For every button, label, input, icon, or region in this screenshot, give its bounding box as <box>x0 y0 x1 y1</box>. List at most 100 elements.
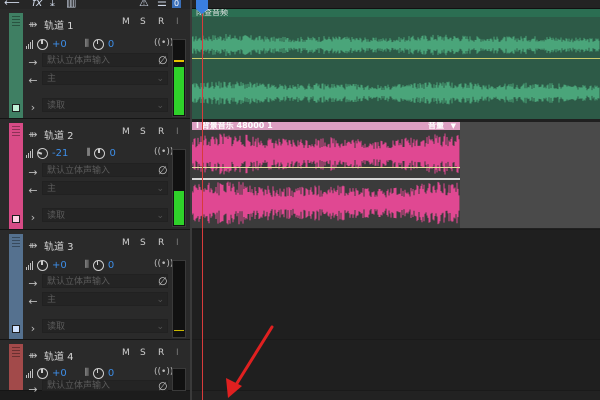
input-arrow-icon: → <box>28 382 38 396</box>
meter-bars-icon[interactable]: ▥ <box>66 0 76 9</box>
track-select-checkbox[interactable] <box>12 215 20 223</box>
pan-value[interactable]: 0 <box>108 368 114 379</box>
track-name[interactable]: 轨道 3 <box>44 238 74 253</box>
output-select[interactable]: 主 ⌄ <box>42 71 168 85</box>
phase-invert-icon[interactable]: ∅ <box>158 380 168 393</box>
record-button[interactable]: R <box>158 238 164 248</box>
pan-knob[interactable] <box>92 367 104 379</box>
horizontal-scrollbar[interactable] <box>190 391 600 400</box>
track-name[interactable]: 轨道 2 <box>44 127 74 142</box>
chevron-down-icon: ⌄ <box>156 322 164 332</box>
pan-value[interactable]: 0 <box>108 260 114 271</box>
pan-knob[interactable] <box>94 147 106 159</box>
track-header-4[interactable]: ⇻ 轨道 4 M S R I +0 ⫼ 0 ((•)) → 默认立体声输入 ∅ <box>0 340 190 396</box>
record-button[interactable]: R <box>158 17 164 27</box>
stereo-pan-icon: ⫼ <box>84 39 89 49</box>
arrow-left-icon[interactable]: ⟵ <box>4 0 20 9</box>
timeline-lane-1[interactable]: 闭查音频 <box>190 9 600 119</box>
track-header-1[interactable]: ⇻ 轨道 1 M S R I +0 ⫼ 0 ((•)) → 默认立体声输入 ⌄ ∅… <box>0 9 190 119</box>
pan-value[interactable]: 0 <box>109 148 115 159</box>
expand-chevron-icon[interactable]: › <box>26 322 40 335</box>
volume-envelope-line[interactable] <box>192 58 600 59</box>
mute-button[interactable]: M <box>122 348 130 358</box>
solo-button[interactable]: S <box>140 17 146 27</box>
solo-button[interactable]: S <box>140 238 146 248</box>
phase-invert-icon[interactable]: ∅ <box>158 164 168 177</box>
mute-button[interactable]: M <box>122 127 130 137</box>
input-select[interactable]: 默认立体声输入 ⌄ <box>42 163 168 177</box>
output-select[interactable]: 主 ⌄ <box>42 181 168 195</box>
warning-icon[interactable]: ⚠ <box>139 0 149 9</box>
chevron-down-icon: ⌄ <box>156 211 164 221</box>
fx-icon[interactable]: fx <box>32 0 42 9</box>
chevron-down-icon: ⌄ <box>156 184 164 194</box>
monitor-button[interactable]: I <box>176 348 179 358</box>
monitor-button[interactable]: I <box>176 238 179 248</box>
output-select[interactable]: 主 ⌄ <box>42 292 168 306</box>
list-icon[interactable]: ☰ <box>157 0 167 9</box>
timeline-lane-3[interactable] <box>190 230 600 340</box>
pan-knob[interactable] <box>92 259 104 271</box>
clip-menu-chevron-icon[interactable]: ▼ <box>451 122 456 130</box>
time-ruler[interactable] <box>190 0 600 9</box>
send-down-icon[interactable]: ⤓ <box>50 0 55 9</box>
monitor-button[interactable]: I <box>176 17 179 27</box>
track-drag-icon[interactable]: ⇻ <box>26 239 40 252</box>
zoom-badge-icon[interactable]: 0 <box>172 0 182 8</box>
mute-button[interactable]: M <box>122 238 130 248</box>
audio-clip-1[interactable]: 闭查音频 <box>192 9 600 119</box>
track-select-checkbox[interactable] <box>12 325 20 333</box>
phase-invert-icon[interactable]: ∅ <box>158 54 168 67</box>
track-drag-icon[interactable]: ⇻ <box>26 18 40 31</box>
level-meter <box>172 260 186 338</box>
playhead-line[interactable] <box>202 0 203 400</box>
expand-chevron-icon[interactable]: › <box>26 101 40 114</box>
automation-read-select[interactable]: 读取 ⌄ <box>42 98 168 112</box>
audio-clip-2[interactable]: Ⅰ 背景音乐 48000 1 音量 ▼ <box>192 122 460 228</box>
timeline-lane-2[interactable]: Ⅰ 背景音乐 48000 1 音量 ▼ <box>190 119 600 230</box>
waveform-path <box>192 133 460 175</box>
lane-empty-area[interactable] <box>460 122 600 228</box>
phase-invert-icon[interactable]: ∅ <box>158 275 168 288</box>
volume-knob[interactable] <box>37 38 48 50</box>
track-name[interactable]: 轨道 1 <box>44 17 74 32</box>
input-select-label: 默认立体声输入 <box>47 277 111 287</box>
pan-knob[interactable] <box>92 38 104 50</box>
track-drag-icon[interactable]: ⇻ <box>26 128 40 141</box>
volume-value[interactable]: +0 <box>52 260 67 271</box>
track-drag-icon[interactable]: ⇻ <box>26 349 40 362</box>
track-header-3[interactable]: ⇻ 轨道 3 M S R I +0 ⫼ 0 ((•)) → 默认立体声输入 ⌄ ∅… <box>0 230 190 340</box>
timeline-lane-4[interactable] <box>190 340 600 391</box>
mute-button[interactable]: M <box>122 17 130 27</box>
automation-read-select[interactable]: 读取 ⌄ <box>42 319 168 333</box>
waveform-path <box>192 34 600 56</box>
track-select-checkbox[interactable] <box>12 104 20 112</box>
pan-value[interactable]: 0 <box>108 39 114 50</box>
volume-knob[interactable] <box>35 145 50 161</box>
expand-chevron-icon[interactable]: › <box>26 211 40 224</box>
record-button[interactable]: R <box>158 348 164 358</box>
solo-button[interactable]: S <box>140 127 146 137</box>
monitor-button[interactable]: I <box>176 127 179 137</box>
channel-icon: ((•)) <box>154 147 174 157</box>
volume-value[interactable]: +0 <box>52 39 67 50</box>
track-name[interactable]: 轨道 4 <box>44 348 74 363</box>
panel-divider[interactable] <box>190 0 192 400</box>
automation-read-select[interactable]: 读取 ⌄ <box>42 208 168 222</box>
volume-envelope-line[interactable] <box>192 167 460 168</box>
input-select[interactable]: 默认立体声输入 <box>42 380 168 391</box>
waveform-path <box>192 181 460 225</box>
track-header-2[interactable]: ⇻ 轨道 2 M S R I -21 ⫼ 0 ((•)) → 默认立体声输入 ⌄ … <box>0 119 190 230</box>
input-arrow-icon: → <box>28 55 38 69</box>
input-select[interactable]: 默认立体声输入 ⌄ <box>42 274 168 288</box>
solo-button[interactable]: S <box>140 348 146 358</box>
waveform-right <box>192 181 460 225</box>
volume-value[interactable]: +0 <box>52 368 67 379</box>
input-select[interactable]: 默认立体声输入 ⌄ <box>42 53 168 67</box>
volume-knob[interactable] <box>37 367 48 379</box>
input-arrow-icon: → <box>28 276 38 290</box>
volume-knob[interactable] <box>37 259 48 271</box>
volume-value[interactable]: -21 <box>52 148 68 159</box>
track-color-strip <box>9 234 23 339</box>
record-button[interactable]: R <box>158 127 164 137</box>
